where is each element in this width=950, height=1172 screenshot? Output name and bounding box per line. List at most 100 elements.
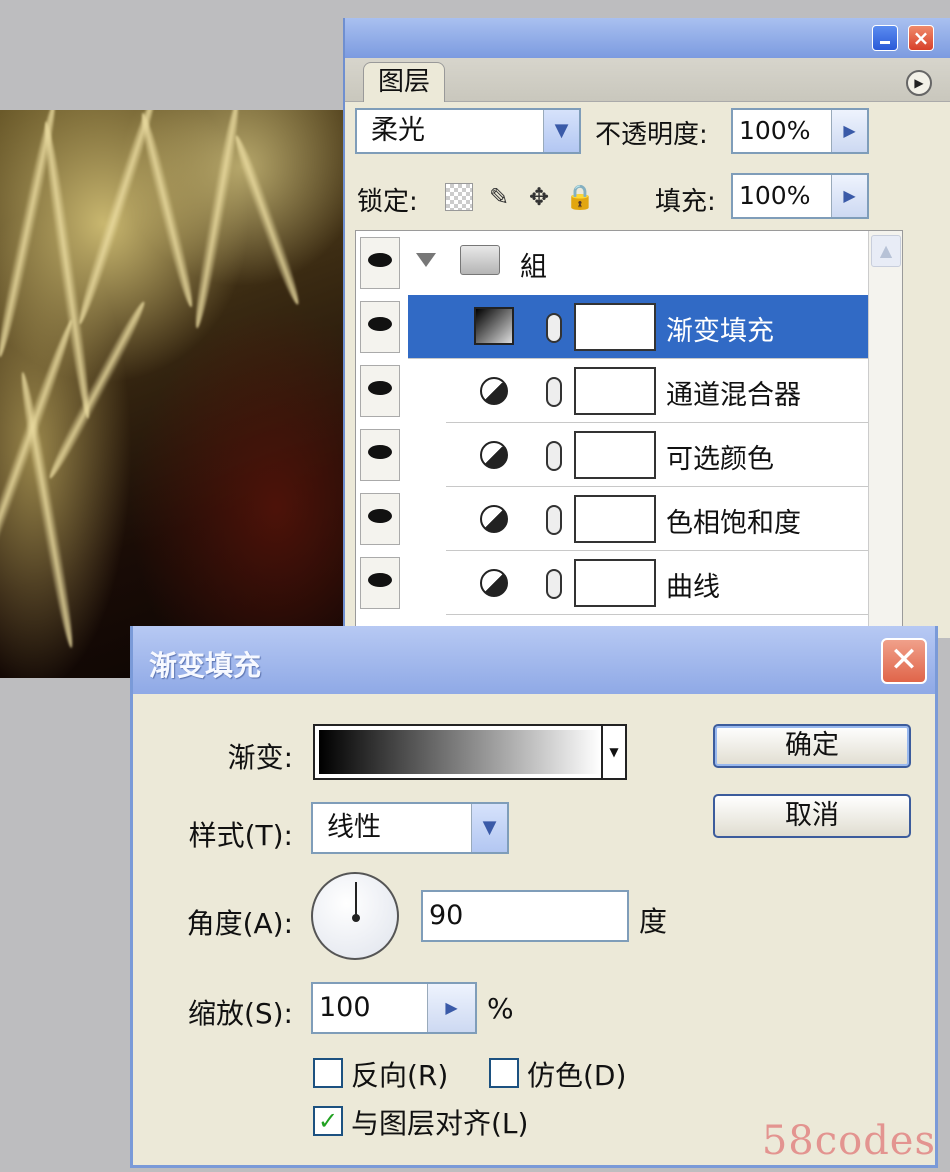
layer-row[interactable]: 色相饱和度 [356,487,902,551]
adjustment-layer-icon [480,377,508,405]
lock-transparency-icon[interactable] [445,183,473,211]
expand-triangle-icon[interactable] [416,253,436,267]
lock-pixels-brush-icon[interactable]: ✎ [485,183,513,211]
gradient-fill-dialog: 渐变填充 ✕ 渐变: ▼ 确定 取消 样式(T): 线性 ▼ 角度(A): 90… [130,626,938,1168]
photo-canvas [0,110,345,678]
fill-label: 填充: [655,187,716,217]
angle-label: 角度(A): [186,907,293,940]
layer-mask-thumbnail[interactable] [574,495,656,543]
layers-panel: × 图层 ▶ 柔光 ▼ 不透明度: 100% ▶ 锁定: ✎ ✥ 🔒 填充: 1… [343,18,950,638]
dither-label[interactable]: 仿色(D) [527,1054,626,1094]
opacity-label: 不透明度: [595,120,708,150]
visibility-eye-icon[interactable] [360,365,400,417]
layer-row-content[interactable]: 色相饱和度 [446,487,902,551]
reverse-label[interactable]: 反向(R) [351,1054,448,1094]
align-with-layer-checkbox[interactable]: ✓ [313,1106,343,1136]
layer-row[interactable]: 渐变填充 [356,295,902,359]
angle-unit: 度 [639,905,668,938]
angle-dial-center [352,914,360,922]
link-chain-icon[interactable] [546,441,562,471]
scale-value: 100 [319,992,371,1023]
blend-mode-value: 柔光 [371,115,425,146]
layer-row[interactable]: 通道混合器 [356,359,902,423]
layer-row[interactable]: 可选颜色 [356,423,902,487]
align-with-layer-label[interactable]: 与图层对齐(L) [351,1102,528,1142]
visibility-eye-icon[interactable] [360,429,400,481]
opacity-slider-arrow-icon[interactable]: ▶ [831,110,867,152]
lock-fill-row: 锁定: ✎ ✥ 🔒 填充: 100% ▶ [355,173,945,223]
chevron-down-icon[interactable]: ▼ [543,110,579,152]
reverse-checkbox[interactable] [313,1058,343,1088]
chevron-down-icon[interactable]: ▼ [471,804,507,852]
layer-row-content[interactable]: 曲线 [446,551,902,615]
gradient-label: 渐变: [227,741,293,774]
link-chain-icon[interactable] [546,313,562,343]
layer-list: 組 渐变填充 通道混合器 可选颜色 色相饱和度 曲线 ▲ [355,230,903,638]
panel-title-bar[interactable]: × [345,18,950,58]
scale-unit: % [487,992,514,1025]
link-chain-icon[interactable] [546,569,562,599]
panel-menu-icon[interactable]: ▶ [906,70,932,96]
layer-group-content[interactable]: 組 [408,231,902,295]
watermark: 58codes [761,1118,936,1164]
blend-mode-select[interactable]: 柔光 ▼ [355,108,581,154]
link-chain-icon[interactable] [546,377,562,407]
layer-name: 曲线 [666,572,720,603]
minimize-button[interactable] [872,25,898,51]
angle-input[interactable]: 90 [421,890,629,942]
style-select[interactable]: 线性 ▼ [311,802,509,854]
gradient-thumbnail-icon [474,307,514,345]
layer-row[interactable]: 曲线 [356,551,902,615]
layer-row-content[interactable]: 通道混合器 [446,359,902,423]
opacity-value: 100% [739,116,811,145]
dialog-title: 渐变填充 [149,649,262,682]
layer-name: 通道混合器 [666,380,801,411]
opacity-input[interactable]: 100% ▶ [731,108,869,154]
gradient-picker[interactable]: ▼ [313,724,627,780]
layer-name: 色相饱和度 [666,508,801,539]
visibility-eye-icon[interactable] [360,301,400,353]
angle-dial[interactable] [311,872,399,960]
blend-opacity-row: 柔光 ▼ 不透明度: 100% ▶ [355,108,945,158]
dither-checkbox[interactable] [489,1058,519,1088]
fill-slider-arrow-icon[interactable]: ▶ [831,175,867,217]
adjustment-layer-icon [480,569,508,597]
ok-button[interactable]: 确定 [713,724,911,768]
style-value: 线性 [327,812,381,843]
lock-label: 锁定: [357,187,418,217]
visibility-eye-icon[interactable] [360,557,400,609]
scroll-up-icon[interactable]: ▲ [871,235,901,267]
layer-mask-thumbnail[interactable] [574,559,656,607]
scale-input[interactable]: 100 ▶ [311,982,477,1034]
layer-list-scrollbar[interactable]: ▲ [868,231,902,637]
folder-icon [460,245,500,275]
close-panel-button[interactable]: × [908,25,934,51]
close-dialog-button[interactable]: ✕ [881,638,927,684]
layer-row-content[interactable]: 渐变填充 [408,295,902,359]
visibility-eye-icon[interactable] [360,493,400,545]
group-name: 組 [520,252,547,283]
adjustment-layer-icon [480,441,508,469]
layer-mask-thumbnail[interactable] [574,303,656,351]
visibility-eye-icon[interactable] [360,237,400,289]
dialog-title-bar[interactable]: 渐变填充 ✕ [133,626,935,694]
lock-position-move-icon[interactable]: ✥ [525,183,553,211]
layer-group-row[interactable]: 組 [356,231,902,295]
layer-mask-thumbnail[interactable] [574,367,656,415]
gradient-dropdown-arrow-icon[interactable]: ▼ [601,726,625,778]
angle-needle [355,882,357,918]
link-chain-icon[interactable] [546,505,562,535]
layer-name: 渐变填充 [666,316,774,347]
style-label: 样式(T): [188,819,293,852]
adjustment-layer-icon [480,505,508,533]
cancel-button[interactable]: 取消 [713,794,911,838]
layer-mask-thumbnail[interactable] [574,431,656,479]
layer-row-content[interactable]: 可选颜色 [446,423,902,487]
lock-all-icon[interactable]: 🔒 [565,183,595,211]
tab-layers[interactable]: 图层 [363,62,445,102]
scale-label: 缩放(S): [187,997,293,1030]
scale-slider-arrow-icon[interactable]: ▶ [427,984,475,1032]
fill-input[interactable]: 100% ▶ [731,173,869,219]
fill-value: 100% [739,181,811,210]
gradient-preview-bar[interactable] [319,730,601,774]
